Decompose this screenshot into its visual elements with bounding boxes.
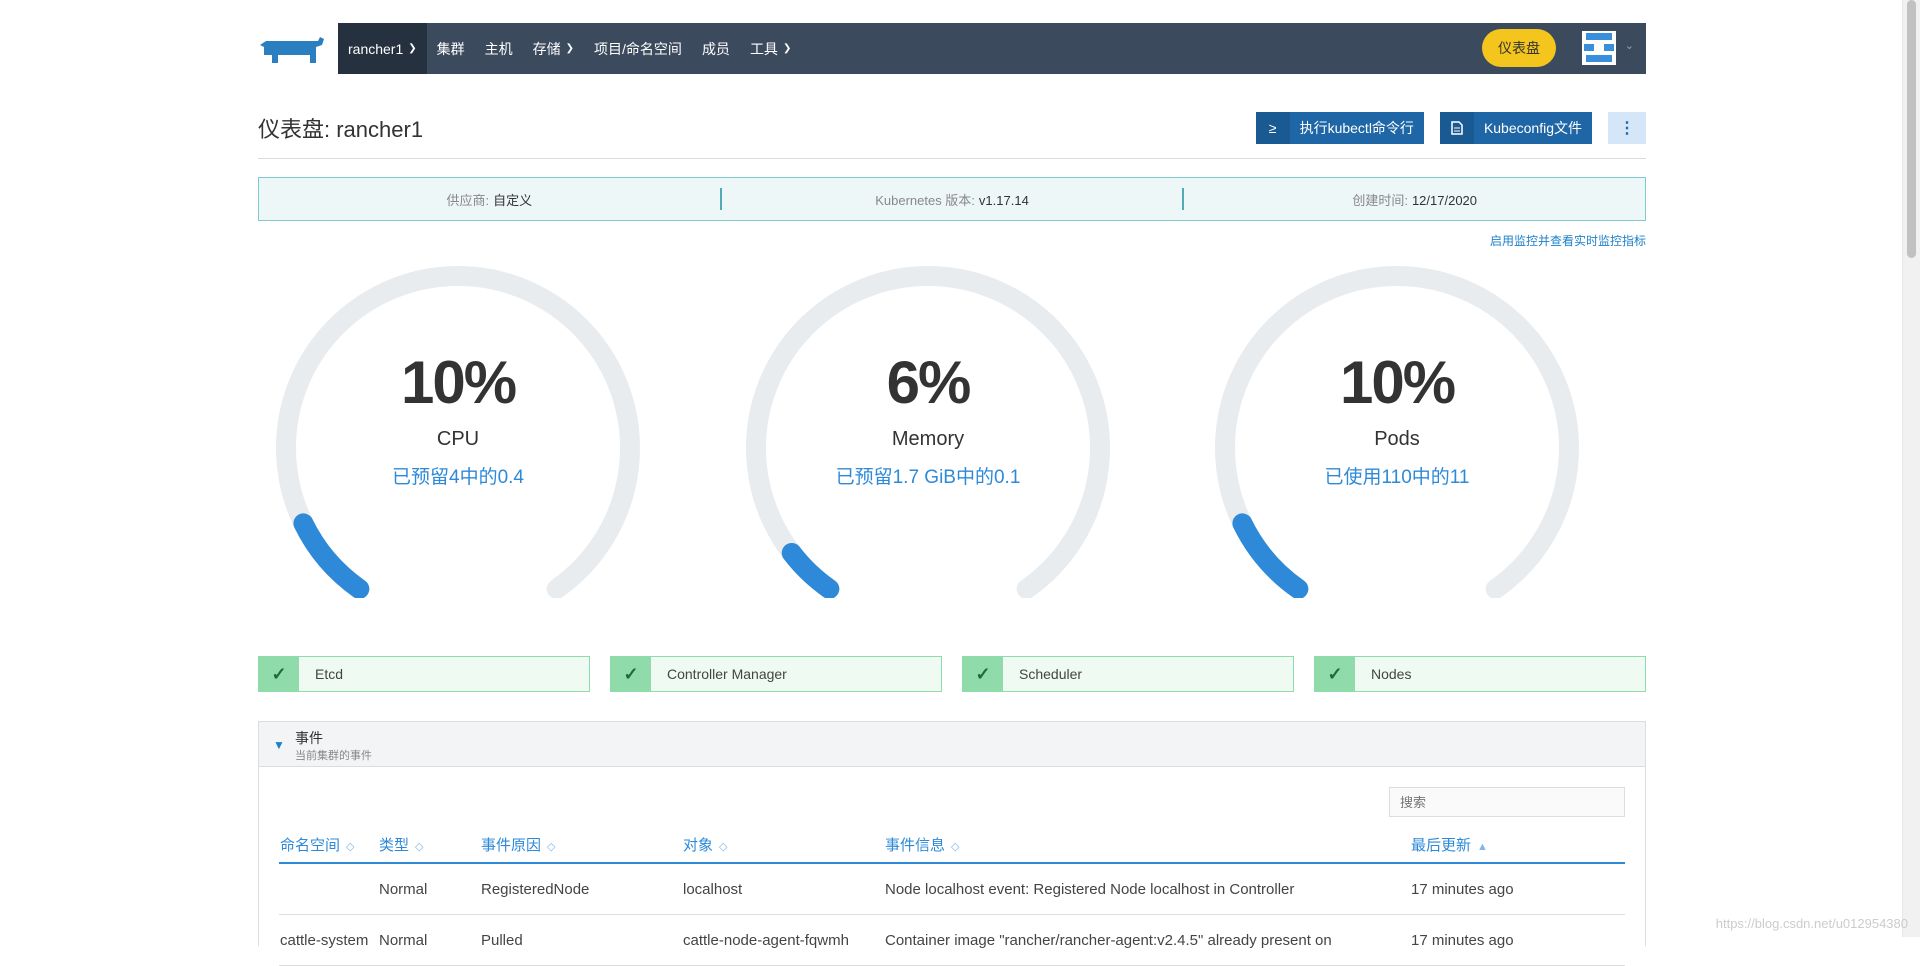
check-icon: ✓ (611, 657, 651, 691)
nav-storage[interactable]: 存储 ❯ (523, 23, 584, 74)
nav-members[interactable]: 成员 (692, 23, 740, 74)
events-title: 事件 (295, 730, 323, 746)
kubeconfig-button[interactable]: Kubeconfig文件 (1439, 112, 1592, 144)
sort-icon[interactable]: ◇ (951, 841, 959, 853)
table-row: Normal RegisteredNode localhost Node loc… (279, 863, 1625, 915)
column-header-object[interactable]: 对象 ◇ (682, 826, 884, 864)
cell-last-updated: 17 minutes ago (1410, 863, 1625, 915)
nav-tools[interactable]: 工具 ❯ (740, 23, 801, 74)
check-icon: ✓ (1315, 657, 1355, 691)
gauge-percent: 10% (1339, 349, 1456, 416)
column-header-message[interactable]: 事件信息 ◇ (884, 826, 1410, 864)
k8s-version-info: Kubernetes 版本: v1.17.14 (875, 192, 1029, 208)
cell-type: Normal (378, 863, 480, 915)
events-body: 命名空间◇ 类型◇ 事件原因◇ 对象◇ 事件信息◇ 最后更新▲ Normal R… (258, 766, 1646, 966)
gauge-subtext: 已预留1.7 GiB中的0.1 (835, 467, 1021, 488)
avatar-chevron-icon[interactable]: ⌄ (1625, 39, 1634, 52)
page-title: 仪表盘: rancher1 (258, 117, 424, 142)
sort-icon[interactable]: ◇ (346, 841, 354, 853)
gauge-fill (1232, 513, 1309, 598)
gauge-percent: 6% (886, 349, 972, 416)
dashboard-button[interactable]: 仪表盘 (1482, 29, 1556, 67)
status-nodes: ✓ Nodes (1314, 656, 1646, 692)
gauge-label: Pods (1374, 428, 1420, 450)
terminal-icon: ≥ (1255, 112, 1290, 144)
kubectl-shell-button[interactable]: ≥ 执行kubectl命令行 (1255, 112, 1424, 144)
watermark-text: https://blog.csdn.net/u012954380 (1715, 916, 1908, 931)
cell-type: Normal (378, 914, 480, 966)
table-header-row: 命名空间 ◇ 类型 ◇ 事件原因 ◇ 对象 ◇ 事件信息 ◇ 最后更新 ▲ (279, 826, 1625, 864)
events-table: 命名空间 ◇ 类型 ◇ 事件原因 ◇ 对象 ◇ 事件信息 ◇ 最后更新 ▲ Normal R… (279, 826, 1625, 966)
gauge-fill (781, 542, 840, 598)
check-icon: ✓ (963, 657, 1003, 691)
column-header-type[interactable]: 类型 ◇ (378, 826, 480, 864)
events-search-input[interactable] (1389, 787, 1625, 817)
enable-monitoring-link[interactable]: 启用监控并查看实时监控指标 (1490, 232, 1646, 249)
sort-icon[interactable]: ◇ (719, 841, 727, 853)
gauge-fill (293, 513, 370, 598)
gauge-subtext: 已使用110中的11 (1324, 467, 1470, 488)
nav-menu: rancher1 ❯ 集群 主机 存储 ❯ 项目/命名空间 成员 工具 ❯ 仪表盘 ⌄ (338, 23, 1646, 74)
nav-projects-namespaces[interactable]: 项目/命名空间 (584, 23, 692, 74)
created-info: 创建时间: 12/17/2020 (1352, 192, 1478, 208)
cell-reason: RegisteredNode (480, 863, 682, 915)
cluster-info-bar: 供应商: 自定义 Kubernetes 版本: v1.17.14 创建时间: 12/1… (258, 177, 1646, 221)
page-scrollbar[interactable] (1902, 0, 1920, 937)
status-scheduler: ✓ Scheduler (962, 656, 1294, 692)
cpu-gauge: 10% CPU 已预留4中的0.4 (258, 258, 658, 598)
column-header-reason[interactable]: 事件原因 ◇ (480, 826, 682, 864)
table-row: cattle-system Normal Pulled cattle-node-… (279, 914, 1625, 966)
pods-gauge: 10% Pods 已使用110中的11 (1197, 258, 1597, 598)
header-actions: ≥ 执行kubectl命令行 Kubeconfig文件 ⋮ (1255, 112, 1646, 144)
chevron-down-icon: ❯ (408, 43, 417, 54)
nav-cluster-switcher[interactable]: rancher1 ❯ (338, 23, 427, 74)
gauge-subtext: 已预留4中的0.4 (392, 467, 524, 488)
user-avatar-icon[interactable] (1582, 31, 1616, 65)
status-controller-manager: ✓ Controller Manager (610, 656, 942, 692)
cell-object: cattle-node-agent-fqwmh (682, 914, 884, 966)
cell-object: localhost (682, 863, 884, 915)
gauge-label: Memory (891, 428, 965, 450)
status-etcd: ✓ Etcd (258, 656, 590, 692)
top-navbar: rancher1 ❯ 集群 主机 存储 ❯ 项目/命名空间 成员 工具 ❯ 仪表盘 ⌄ (258, 23, 1646, 74)
provider-info: 供应商: 自定义 (446, 192, 533, 208)
rancher-logo-icon[interactable] (258, 33, 328, 73)
column-header-last-updated[interactable]: 最后更新 ▲ (1410, 826, 1625, 864)
sort-icon[interactable]: ◇ (547, 841, 555, 853)
events-description: 当前集群的事件 (295, 750, 372, 762)
cell-namespace: cattle-system (279, 914, 378, 966)
cell-message: Node localhost event: Registered Node lo… (884, 863, 1410, 915)
events-section-header[interactable]: ▼ 事件 当前集群的事件 (258, 721, 1646, 767)
memory-gauge: 6% Memory 已预留1.7 GiB中的0.1 (728, 258, 1128, 598)
nav-clusters[interactable]: 集群 (427, 23, 475, 74)
scrollbar-thumb[interactable] (1907, 0, 1916, 258)
collapse-triangle-icon[interactable]: ▼ (273, 738, 285, 752)
sort-icon[interactable]: ◇ (415, 841, 423, 853)
chevron-down-icon: ❯ (565, 43, 575, 54)
nav-hosts[interactable]: 主机 (475, 23, 523, 74)
check-icon: ✓ (259, 657, 299, 691)
cell-message: Container image "rancher/rancher-agent:v… (884, 914, 1410, 966)
cell-reason: Pulled (480, 914, 682, 966)
chevron-down-icon: ❯ (782, 43, 792, 54)
sort-ascending-icon[interactable]: ▲ (1477, 841, 1488, 853)
column-header-namespace[interactable]: 命名空间 ◇ (279, 826, 378, 864)
more-actions-button[interactable]: ⋮ (1608, 112, 1646, 144)
cell-namespace (279, 863, 378, 915)
gauge-percent: 10% (400, 349, 517, 416)
file-icon (1439, 112, 1474, 144)
header-divider (258, 158, 1646, 159)
cell-last-updated: 17 minutes ago (1410, 914, 1625, 966)
gauge-label: CPU (436, 428, 480, 450)
component-status-row: ✓ Etcd ✓ Controller Manager ✓ Scheduler ✓ No… (258, 656, 1646, 692)
